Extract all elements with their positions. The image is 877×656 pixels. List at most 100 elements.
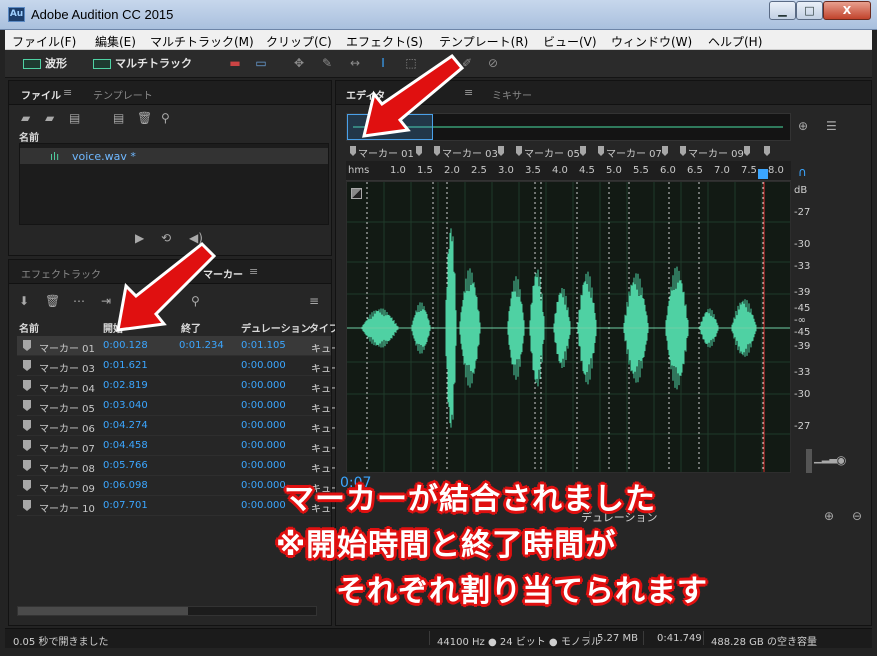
marker-pin-icon[interactable] bbox=[434, 146, 440, 156]
marker-start[interactable]: 0:04.458 bbox=[103, 440, 148, 451]
marker-start[interactable]: 0:07.701 bbox=[103, 500, 148, 511]
tab-files[interactable]: ファイル bbox=[21, 87, 61, 102]
gain-knob-icon[interactable]: ◉ bbox=[836, 453, 846, 467]
marker-pin-icon[interactable] bbox=[416, 146, 422, 156]
marker-options-icon[interactable]: ≡ bbox=[309, 294, 319, 308]
marker-lane-label[interactable]: マーカー 07 bbox=[606, 145, 662, 160]
menu-edit[interactable]: 編集(E) bbox=[95, 33, 136, 50]
panel-menu-icon[interactable]: ≡ bbox=[63, 86, 72, 99]
marker-duration[interactable]: 0:00.000 bbox=[241, 500, 286, 511]
table-row[interactable]: マーカー 01 0:00.128 0:01.234 0:01.105 キュー bbox=[17, 336, 341, 356]
marker-duration[interactable]: 0:00.000 bbox=[241, 380, 286, 391]
table-row[interactable]: マーカー 03 0:01.621 0:00.000 キュー bbox=[17, 356, 341, 376]
marker-duration[interactable]: 0:00.000 bbox=[241, 440, 286, 451]
file-row[interactable]: ılı voice.wav * bbox=[20, 148, 328, 164]
marker-start[interactable]: 0:00.128 bbox=[103, 340, 148, 351]
menu-multitrack[interactable]: マルチトラック(M) bbox=[150, 33, 254, 50]
delete-marker-icon[interactable]: 🗑 bbox=[45, 294, 60, 308]
multitrack-view-button[interactable]: マルチトラック bbox=[89, 54, 192, 74]
trash-icon[interactable]: 🗑 bbox=[137, 111, 152, 125]
menu-window[interactable]: ウィンドウ(W) bbox=[611, 33, 692, 50]
pitch-display-icon[interactable]: ▭ bbox=[253, 56, 269, 70]
time-ruler[interactable]: hms 1.0 1.5 2.0 2.5 3.0 3.5 4.0 4.5 5.0 5.5 6.0 6.5… bbox=[346, 161, 791, 181]
zoom-toggle-icon[interactable] bbox=[351, 188, 362, 199]
marker-start[interactable]: 0:02.819 bbox=[103, 380, 148, 391]
tab-effects-rack[interactable]: エフェクトラック bbox=[21, 266, 101, 281]
header-name[interactable]: 名前 bbox=[19, 320, 39, 335]
new-file-icon[interactable]: ▤ bbox=[69, 111, 80, 125]
marker-duration[interactable]: 0:00.000 bbox=[241, 460, 286, 471]
menu-help[interactable]: ヘルプ(H) bbox=[708, 33, 762, 50]
marker-pin-icon[interactable] bbox=[680, 146, 686, 156]
marker-lane-label[interactable]: マーカー 09 bbox=[688, 145, 744, 160]
menu-clip[interactable]: クリップ(C) bbox=[266, 33, 332, 50]
table-row[interactable]: マーカー 07 0:04.458 0:00.000 キュー bbox=[17, 436, 341, 456]
header-duration[interactable]: デュレーション bbox=[241, 320, 311, 335]
marker-pin-icon[interactable] bbox=[498, 146, 504, 156]
marker-duration[interactable]: 0:00.000 bbox=[241, 480, 286, 491]
table-row[interactable]: マーカー 08 0:05.766 0:00.000 キュー bbox=[17, 456, 341, 476]
waveform-view-button[interactable]: 波形 bbox=[19, 54, 67, 74]
playhead-handle[interactable] bbox=[758, 169, 768, 179]
menu-effects[interactable]: エフェクト(S) bbox=[346, 33, 423, 50]
marker-pin-icon[interactable] bbox=[580, 146, 586, 156]
merge-markers-icon[interactable]: ⋯ bbox=[73, 294, 85, 308]
import-file-icon[interactable]: ▰ bbox=[45, 111, 54, 125]
marker-duration[interactable]: 0:01.105 bbox=[241, 340, 286, 351]
marker-start[interactable]: 0:01.621 bbox=[103, 360, 148, 371]
marker-pin-icon[interactable] bbox=[764, 146, 770, 156]
table-row[interactable]: マーカー 06 0:04.274 0:00.000 キュー bbox=[17, 416, 341, 436]
close-button[interactable]: X bbox=[823, 1, 871, 20]
marker-lane-label[interactable]: マーカー 03 bbox=[442, 145, 498, 160]
marker-duration[interactable]: 0:00.000 bbox=[241, 420, 286, 431]
insert-icon[interactable]: ▤ bbox=[113, 111, 124, 125]
zoom-navigator-icon[interactable]: ⊕ bbox=[798, 119, 808, 133]
marker-duration[interactable]: 0:00.000 bbox=[241, 400, 286, 411]
minimize-button[interactable]: ▁ bbox=[769, 1, 796, 20]
spectral-display-icon[interactable]: ▬ bbox=[227, 56, 243, 70]
scrollbar-thumb[interactable] bbox=[18, 607, 188, 615]
marker-lane-label[interactable]: マーカー 05 bbox=[524, 145, 580, 160]
annotation-line-2: ※開始時間と終了時間が bbox=[276, 528, 617, 563]
waveform-display[interactable] bbox=[346, 181, 791, 473]
healing-brush-icon[interactable]: ⊘ bbox=[485, 56, 501, 70]
editor-options-icon[interactable]: ☰ bbox=[826, 119, 837, 133]
marker-pin-icon[interactable] bbox=[598, 146, 604, 156]
marker-duration[interactable]: 0:00.000 bbox=[241, 360, 286, 371]
marker-pin-icon[interactable] bbox=[744, 146, 750, 156]
marker-pin-icon[interactable] bbox=[662, 146, 668, 156]
zoom-in-icon[interactable]: ⊕ bbox=[824, 509, 834, 523]
marker-lane: マーカー 01 マーカー 03 マーカー 05 マーカー 07 マーカー 09 bbox=[346, 143, 791, 160]
horizontal-scrollbar[interactable] bbox=[17, 606, 317, 616]
marker-start[interactable]: 0:05.766 bbox=[103, 460, 148, 471]
search-icon[interactable]: ⚲ bbox=[161, 111, 170, 125]
move-tool-icon[interactable]: ✥ bbox=[291, 56, 307, 70]
menu-view[interactable]: ビュー(V) bbox=[543, 33, 597, 50]
marker-pin-icon[interactable] bbox=[516, 146, 522, 156]
menu-templates[interactable]: テンプレート(R) bbox=[439, 33, 528, 50]
db-scale-label: dB bbox=[794, 185, 808, 196]
audio-file-icon: ılı bbox=[50, 150, 60, 163]
maximize-button[interactable]: □ bbox=[796, 1, 823, 20]
marker-start[interactable]: 0:04.274 bbox=[103, 420, 148, 431]
marker-end[interactable]: 0:01.234 bbox=[179, 340, 224, 351]
scrollbar-vertical[interactable] bbox=[806, 449, 812, 473]
markers-panel-menu-icon[interactable]: ≡ bbox=[249, 265, 258, 278]
cue-marker-icon bbox=[23, 500, 31, 511]
tab-mixer[interactable]: ミキサー bbox=[492, 87, 532, 102]
zoom-out-icon[interactable]: ⊖ bbox=[852, 509, 862, 523]
razor-tool-icon[interactable]: ✎ bbox=[319, 56, 335, 70]
add-marker-icon[interactable]: ⬇ bbox=[19, 294, 29, 308]
table-row[interactable]: マーカー 04 0:02.819 0:00.000 キュー bbox=[17, 376, 341, 396]
open-file-icon[interactable]: ▰ bbox=[21, 111, 30, 125]
table-row[interactable]: マーカー 05 0:03.040 0:00.000 キュー bbox=[17, 396, 341, 416]
tab-templates[interactable]: テンプレート bbox=[93, 87, 153, 102]
marker-pin-icon[interactable] bbox=[350, 146, 356, 156]
marker-lane-label[interactable]: マーカー 01 bbox=[358, 145, 414, 160]
db-scale-label: -30 bbox=[794, 389, 811, 400]
marker-start[interactable]: 0:03.040 bbox=[103, 400, 148, 411]
menu-file[interactable]: ファイル(F) bbox=[12, 33, 76, 50]
headphones-icon[interactable]: ∩ bbox=[798, 165, 807, 179]
marker-start[interactable]: 0:06.098 bbox=[103, 480, 148, 491]
ruler-tick-label: 1.5 bbox=[417, 165, 433, 176]
